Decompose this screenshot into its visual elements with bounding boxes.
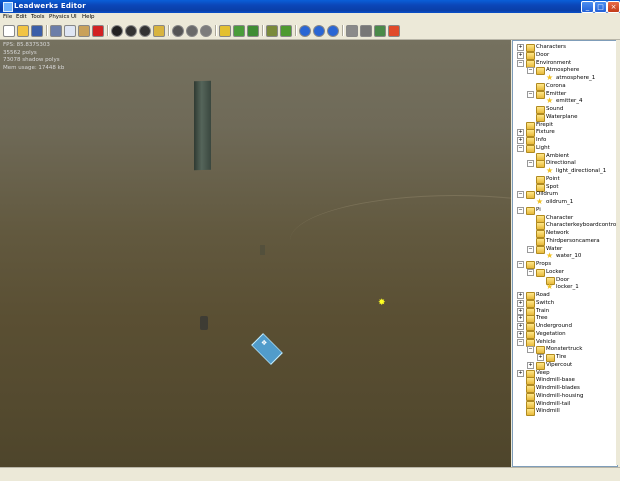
faint-object[interactable] — [260, 245, 265, 255]
select-move-icon[interactable] — [111, 25, 123, 37]
scene-tree-panel[interactable]: + Characters + Door − Environment − Atmosphere ★… — [512, 40, 618, 467]
save-icon[interactable] — [31, 25, 43, 37]
maximize-button[interactable]: □ — [594, 1, 607, 13]
vegetation-icon[interactable] — [280, 25, 292, 37]
sphere-dark-icon[interactable] — [172, 25, 184, 37]
toolbar-separator — [262, 25, 264, 36]
close-button[interactable]: × — [607, 1, 620, 13]
title-bar: Leadwerks Editor _ □ × — [0, 0, 620, 13]
delete-icon[interactable] — [92, 25, 104, 37]
menu-tools[interactable]: Tools — [31, 14, 45, 20]
menu-ui[interactable]: UI — [71, 14, 77, 20]
stop-icon[interactable] — [327, 25, 339, 37]
toolbar-separator — [168, 25, 170, 36]
toolbar — [0, 22, 620, 40]
scale-icon[interactable] — [139, 25, 151, 37]
tools-icon[interactable] — [374, 25, 386, 37]
toolbar-separator — [295, 25, 297, 36]
menu-help[interactable]: Help — [82, 14, 95, 20]
brush-icon[interactable] — [219, 25, 231, 37]
menu-file[interactable]: File — [3, 14, 12, 20]
new-file-icon[interactable] — [3, 25, 15, 37]
menu-edit[interactable]: Edit — [16, 14, 27, 20]
terrain-raise-icon[interactable] — [247, 25, 259, 37]
toolbar-separator — [107, 25, 109, 36]
pillar-object[interactable] — [194, 80, 211, 171]
paste-icon[interactable] — [78, 25, 90, 37]
menu-physics[interactable]: Physics — [49, 14, 69, 20]
toolbar-separator — [342, 25, 344, 36]
cut-icon[interactable] — [50, 25, 62, 37]
tree-item-label: Windmill — [536, 408, 560, 415]
toolbar-separator — [215, 25, 217, 36]
open-folder-icon[interactable] — [17, 25, 29, 37]
minimize-button[interactable]: _ — [581, 1, 594, 13]
hand-icon[interactable] — [360, 25, 372, 37]
stats-fps: FPS: 85.8375303 — [3, 42, 50, 48]
terrain-paint-icon[interactable] — [233, 25, 245, 37]
status-bar — [0, 467, 620, 481]
light-icon[interactable]: ✸ — [378, 299, 386, 308]
app-icon — [3, 2, 13, 12]
panel-edge — [616, 40, 620, 465]
rotate-icon[interactable] — [125, 25, 137, 37]
water-icon: ❖ — [261, 339, 268, 347]
stats-memory: Mem usage: 17448 kb — [3, 64, 65, 71]
terrain-ridge — [290, 195, 511, 286]
water-plane-object[interactable] — [251, 333, 283, 365]
road-icon[interactable] — [266, 25, 278, 37]
window-title: Leadwerks Editor — [14, 2, 86, 10]
copy-icon[interactable] — [64, 25, 76, 37]
scene-viewport[interactable]: FPS: 85.8375303 35562 polys 73078 shadow… — [0, 40, 511, 467]
play-icon[interactable] — [299, 25, 311, 37]
sphere-light-icon[interactable] — [200, 25, 212, 37]
stats-shadow-polys: 73078 shadow polys — [3, 57, 60, 63]
paint-icon[interactable] — [153, 25, 165, 37]
tree-folder-item[interactable]: Windmill — [513, 407, 617, 417]
toolbar-separator — [46, 25, 48, 36]
menu-bar: File Edit Tools Physics UI Help — [0, 13, 620, 22]
wand-icon[interactable] — [346, 25, 358, 37]
render-stats: FPS: 85.8375303 35562 polys 73078 shadow… — [3, 42, 64, 72]
folder-icon — [526, 408, 535, 417]
stats-polys: 35562 polys — [3, 49, 37, 56]
sphere-mid-icon[interactable] — [186, 25, 198, 37]
oildrum-object[interactable] — [200, 316, 208, 330]
pause-icon[interactable] — [313, 25, 325, 37]
lifebuoy-icon[interactable] — [388, 25, 400, 37]
